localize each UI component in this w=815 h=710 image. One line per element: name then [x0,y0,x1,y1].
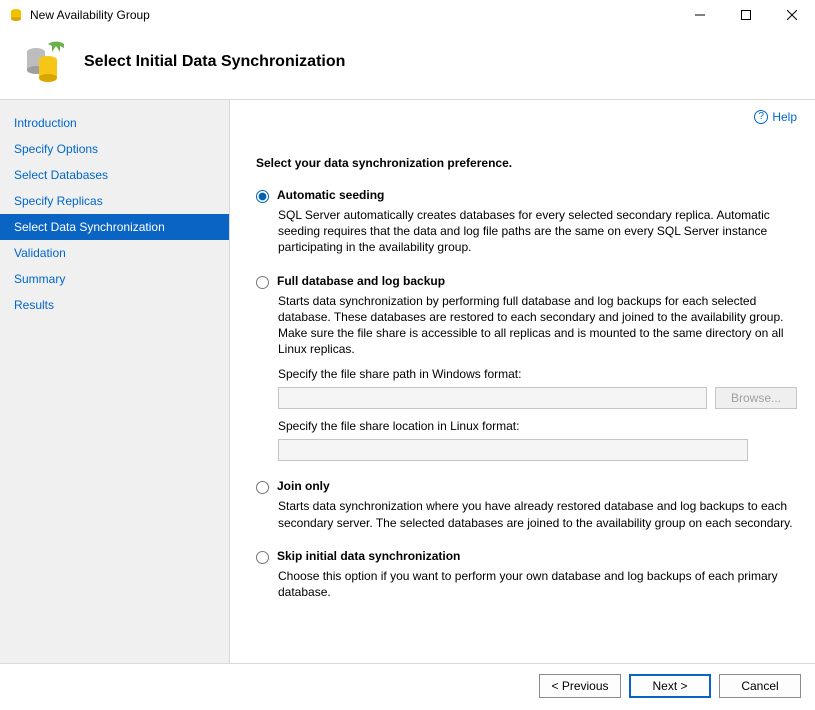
sidebar-item-select-databases[interactable]: Select Databases [0,162,229,188]
sidebar-item-specify-replicas[interactable]: Specify Replicas [0,188,229,214]
option-full-backup[interactable]: Full database and log backup [256,274,797,289]
option-join-only[interactable]: Join only [256,479,797,494]
option-skip-sync-label: Skip initial data synchronization [277,549,460,563]
content-panel: ? Help Select your data synchronization … [230,100,815,663]
option-full-backup-label: Full database and log backup [277,274,445,288]
option-skip-sync[interactable]: Skip initial data synchronization [256,549,797,564]
titlebar: New Availability Group [0,0,815,30]
wizard-body: Introduction Specify Options Select Data… [0,100,815,663]
radio-full-backup[interactable] [256,276,269,289]
sidebar-item-select-data-synchronization[interactable]: Select Data Synchronization [0,214,229,240]
browse-button[interactable]: Browse... [715,387,797,409]
maximize-button[interactable] [723,0,769,30]
radio-skip-sync[interactable] [256,551,269,564]
close-button[interactable] [769,0,815,30]
sidebar-item-introduction[interactable]: Introduction [0,110,229,136]
app-icon [8,7,24,23]
cancel-button[interactable]: Cancel [719,674,801,698]
help-icon: ? [754,110,768,124]
sidebar-item-validation[interactable]: Validation [0,240,229,266]
option-automatic-seeding[interactable]: Automatic seeding [256,188,797,203]
wizard-icon [20,38,68,86]
help-link[interactable]: ? Help [754,110,797,124]
sync-prompt: Select your data synchronization prefere… [256,156,797,170]
option-automatic-seeding-label: Automatic seeding [277,188,384,202]
wizard-footer: < Previous Next > Cancel [0,663,815,710]
window-title: New Availability Group [30,8,150,22]
option-automatic-seeding-desc: SQL Server automatically creates databas… [278,207,797,256]
option-join-only-desc: Starts data synchronization where you ha… [278,498,797,530]
option-full-backup-desc: Starts data synchronization by performin… [278,293,797,358]
next-button[interactable]: Next > [629,674,711,698]
sidebar-item-summary[interactable]: Summary [0,266,229,292]
radio-join-only[interactable] [256,481,269,494]
radio-automatic-seeding[interactable] [256,190,269,203]
option-join-only-label: Join only [277,479,330,493]
page-title: Select Initial Data Synchronization [84,53,345,71]
windows-path-input[interactable] [278,387,707,409]
windows-path-label: Specify the file share path in Windows f… [278,367,797,381]
sidebar-item-specify-options[interactable]: Specify Options [0,136,229,162]
sidebar: Introduction Specify Options Select Data… [0,100,230,663]
help-label: Help [772,110,797,124]
linux-path-label: Specify the file share location in Linux… [278,419,797,433]
sidebar-item-results[interactable]: Results [0,292,229,318]
linux-path-input[interactable] [278,439,748,461]
wizard-header: Select Initial Data Synchronization [0,30,815,100]
minimize-button[interactable] [677,0,723,30]
option-skip-sync-desc: Choose this option if you want to perfor… [278,568,797,600]
previous-button[interactable]: < Previous [539,674,621,698]
